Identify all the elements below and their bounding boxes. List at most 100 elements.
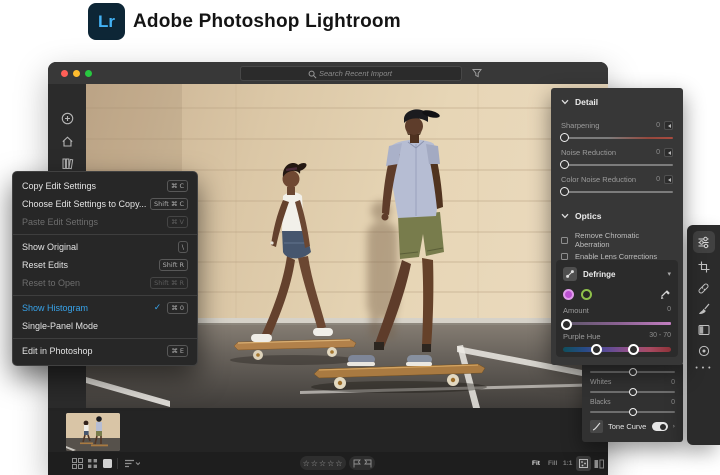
thumbnail-image (66, 413, 120, 451)
linear-gradient-icon (698, 324, 710, 336)
filter-icon[interactable] (472, 68, 482, 78)
blacks-slider[interactable] (590, 411, 675, 413)
star-icon[interactable]: ☆ (327, 459, 335, 468)
whites-slider-handle[interactable] (629, 388, 637, 396)
noise-reduction-disclosure-icon[interactable] (664, 148, 673, 157)
menu-item-label: Show Histogram (22, 303, 154, 313)
brush-tool[interactable] (697, 302, 711, 316)
reject-flag-icon[interactable] (364, 459, 372, 468)
noise-reduction-slider[interactable] (561, 164, 673, 166)
star-icon[interactable]: ☆ (311, 459, 319, 468)
detail-section-title: Detail (575, 97, 598, 107)
crop-icon (698, 261, 710, 273)
zoom-fill-button[interactable]: Fill (548, 460, 557, 467)
checkbox-icon[interactable] (561, 237, 568, 244)
defringe-title: Defringe (583, 270, 661, 279)
crop-tool[interactable] (697, 260, 711, 274)
square-grid-view-icon[interactable] (87, 458, 98, 469)
purple-hue-max-handle[interactable] (628, 344, 639, 355)
whites-label: Whites (590, 379, 611, 387)
color-noise-reduction-slider-handle[interactable] (560, 187, 569, 196)
menu-item-label: Choose Edit Settings to Copy... (22, 199, 150, 209)
color-noise-reduction-slider[interactable] (561, 191, 673, 193)
tone-curve-row[interactable]: Tone Curve › (590, 419, 675, 434)
color-noise-reduction-label: Color Noise Reduction (561, 175, 636, 184)
defringe-header[interactable]: Defringe ▾ (563, 267, 671, 281)
filmstrip (48, 408, 608, 452)
remove-chromatic-aberration-label: Remove Chromatic Aberration (575, 231, 673, 249)
radial-gradient-tool[interactable] (697, 344, 711, 358)
amount-slider-handle[interactable] (561, 319, 572, 330)
star-rating[interactable]: ☆☆☆☆☆ (300, 456, 346, 470)
menu-item-shortcut: ⌘ V (167, 216, 188, 228)
hidden-slider-handle[interactable] (629, 368, 637, 376)
tone-curve-toggle[interactable] (652, 422, 668, 431)
star-icon[interactable]: ☆ (303, 459, 311, 468)
chevron-down-icon[interactable]: ▾ (667, 270, 671, 278)
green-fringe-swatch[interactable] (581, 289, 592, 300)
star-icon[interactable]: ☆ (319, 459, 327, 468)
close-window-button[interactable] (61, 70, 68, 77)
noise-reduction-slider-handle[interactable] (560, 160, 569, 169)
menu-item-shortcut: \ (178, 241, 188, 253)
purple-hue-min-handle[interactable] (591, 344, 602, 355)
blacks-value: 0 (671, 399, 675, 407)
detail-view-icon[interactable] (102, 458, 113, 469)
purple-hue-slider[interactable] (563, 347, 671, 352)
home-icon[interactable] (61, 135, 74, 148)
linear-gradient-tool[interactable] (697, 323, 711, 337)
whites-slider[interactable] (590, 391, 675, 393)
menu-divider (13, 295, 197, 296)
purple-fringe-swatch[interactable] (563, 289, 574, 300)
photo-grid-view-icon[interactable] (72, 458, 83, 469)
optics-section-header[interactable]: Optics (561, 210, 673, 222)
purple-hue-label: Purple Hue (563, 332, 601, 341)
detail-section-header[interactable]: Detail (561, 96, 673, 108)
sharpening-disclosure-icon[interactable] (664, 121, 673, 130)
filmstrip-thumbnail[interactable] (66, 413, 120, 451)
sharpening-slider[interactable] (561, 137, 673, 139)
menu-item-shortcut: ⌘ C (167, 180, 188, 192)
chevron-right-icon: › (673, 423, 675, 430)
add-photos-icon[interactable] (61, 112, 74, 125)
menu-item-reset-to-open: Reset to Open Shift ⌘ R (13, 274, 197, 292)
zoom-fit-button[interactable]: Fit (532, 460, 540, 467)
menu-item-copy-edit-settings[interactable]: Copy Edit Settings ⌘ C (13, 177, 197, 195)
sort-order-icon[interactable] (124, 458, 140, 469)
menu-item-label: Reset Edits (22, 260, 159, 270)
pick-flag-icon[interactable] (353, 459, 361, 468)
edit-sliders-icon (697, 236, 710, 249)
eyedropper-icon[interactable] (660, 289, 671, 300)
screenshot-root: Lr Adobe Photoshop Lightroom (0, 0, 720, 475)
zoom-one-to-one-button[interactable]: 1:1 (563, 460, 572, 467)
hidden-slider[interactable] (590, 371, 675, 373)
library-icon[interactable] (61, 157, 74, 170)
color-noise-reduction-value: 0 (656, 176, 660, 183)
zoom-window-button[interactable] (85, 70, 92, 77)
menu-item-single-panel-mode[interactable]: Single-Panel Mode (13, 317, 197, 335)
minimize-window-button[interactable] (73, 70, 80, 77)
menu-item-shortcut: Shift ⌘ R (150, 277, 188, 289)
amount-slider[interactable] (563, 322, 671, 325)
menu-item-label: Single-Panel Mode (22, 321, 188, 331)
remove-chromatic-aberration-row[interactable]: Remove Chromatic Aberration (561, 234, 673, 246)
search-input[interactable] (241, 67, 461, 80)
color-noise-reduction-slider-row: Color Noise Reduction 0 (561, 175, 673, 193)
color-noise-reduction-disclosure-icon[interactable] (664, 175, 673, 184)
before-after-icon[interactable] (594, 459, 604, 469)
healing-tool[interactable] (697, 281, 711, 295)
edit-sliders-tool[interactable] (693, 231, 715, 253)
chevron-down-icon (561, 99, 569, 105)
detail-overlay-button[interactable] (576, 456, 591, 471)
menu-item-choose-edit-settings[interactable]: Choose Edit Settings to Copy... Shift ⌘ … (13, 195, 197, 213)
menu-item-reset-edits[interactable]: Reset Edits Shift R (13, 256, 197, 274)
checkbox-icon[interactable] (561, 253, 568, 260)
menu-item-edit-in-photoshop[interactable]: Edit in Photoshop ⌘ E (13, 342, 197, 360)
more-tools-button[interactable]: • • • (695, 365, 711, 372)
sharpening-slider-handle[interactable] (560, 133, 569, 142)
star-icon[interactable]: ☆ (335, 459, 343, 468)
menu-item-show-original[interactable]: Show Original \ (13, 238, 197, 256)
radial-gradient-icon (698, 345, 710, 357)
menu-item-show-histogram[interactable]: Show Histogram ✓ ⌘ 0 (13, 299, 197, 317)
blacks-slider-handle[interactable] (629, 408, 637, 416)
